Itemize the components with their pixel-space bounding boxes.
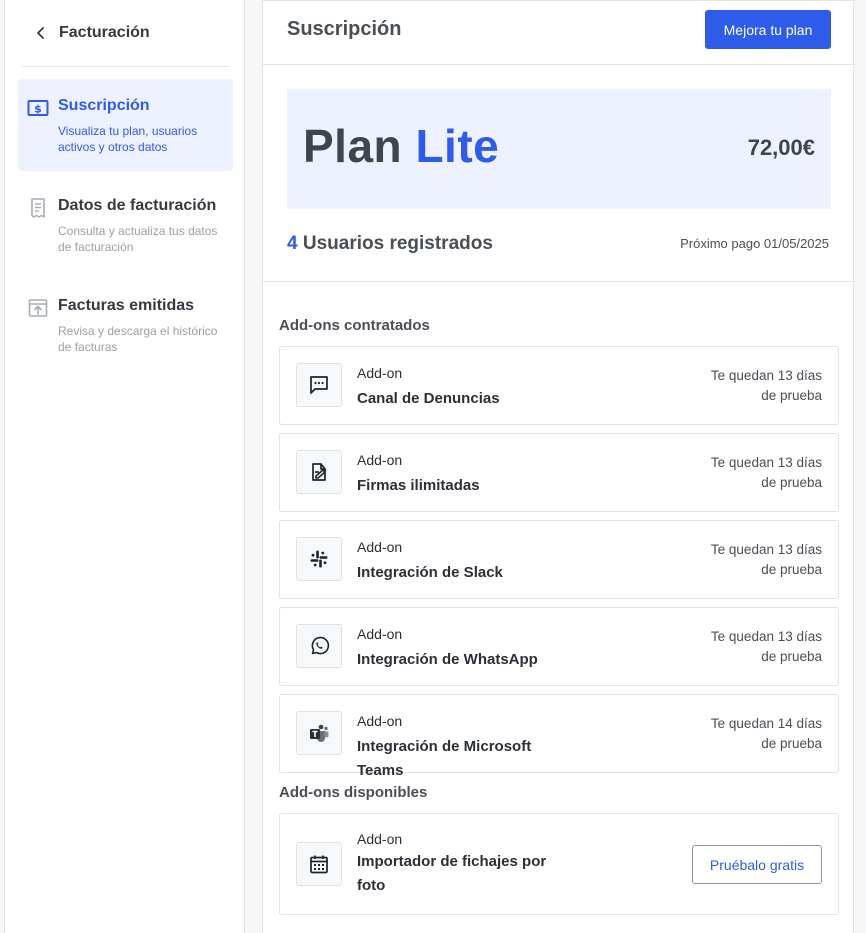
addon-icon-box xyxy=(296,450,342,494)
addon-card-importador-fichajes: Add-on Importador de fichajes por foto P… xyxy=(279,813,839,915)
upgrade-plan-button[interactable]: Mejora tu plan xyxy=(705,10,831,49)
slack-icon xyxy=(310,550,328,568)
sidebar: Facturación $ Suscripción Visualiza tu p… xyxy=(4,0,245,933)
sidebar-item-desc: Visualiza tu plan, usuarios activos y ot… xyxy=(58,124,198,154)
addon-trial-status: Te quedan 14 días de prueba xyxy=(682,714,822,754)
try-free-button[interactable]: Pruébalo gratis xyxy=(692,845,822,884)
trial-line: Te quedan 13 días xyxy=(710,368,822,383)
topbar: Suscripción Mejora tu plan xyxy=(263,0,855,65)
addon-name: Importador de fichajes por foto xyxy=(357,853,547,894)
sidebar-item-subscription[interactable]: $ Suscripción Visualiza tu plan, usuario… xyxy=(18,79,233,171)
trial-line: Te quedan 13 días xyxy=(710,629,822,644)
addon-name: Canal de Denuncias xyxy=(357,390,500,407)
divider xyxy=(263,281,855,282)
signature-icon xyxy=(312,463,326,481)
trial-line: de prueba xyxy=(761,562,822,577)
addon-kicker: Add-on xyxy=(357,831,403,847)
sidebar-item-invoices[interactable]: Facturas emitidas Revisa y descarga el h… xyxy=(18,279,233,371)
addon-icon-box xyxy=(296,363,342,407)
back-row[interactable]: Facturación xyxy=(5,0,245,66)
trial-line: de prueba xyxy=(761,736,822,751)
plan-card: Plan Lite 72,00€ xyxy=(287,89,831,209)
addon-name: Integración de Microsoft Teams xyxy=(357,738,532,779)
users-label: Usuarios registrados xyxy=(302,233,493,254)
trial-line: de prueba xyxy=(761,388,822,403)
addon-kicker: Add-on xyxy=(357,626,403,642)
registered-users: 4 Usuarios registrados xyxy=(287,233,493,255)
dollar-card-icon: $ xyxy=(27,100,49,116)
plan-tier: Lite xyxy=(415,120,500,172)
addon-icon-box xyxy=(296,711,342,755)
addon-card-whatsapp: Add-on Integración de WhatsApp Te quedan… xyxy=(279,607,839,686)
receipt-icon xyxy=(31,198,45,218)
users-count: 4 xyxy=(287,233,298,254)
trial-line: de prueba xyxy=(761,475,822,490)
addon-card-firmas: Add-on Firmas ilimitadas Te quedan 13 dí… xyxy=(279,433,839,512)
addon-kicker: Add-on xyxy=(357,365,403,381)
trial-line: Te quedan 14 días xyxy=(710,716,822,731)
plan-name: Plan Lite xyxy=(303,119,499,173)
addon-icon-box xyxy=(296,624,342,668)
addon-icon-box xyxy=(296,537,342,581)
teams-icon xyxy=(310,724,329,742)
back-title: Facturación xyxy=(59,24,150,41)
calendar-icon xyxy=(310,855,328,874)
trial-line: de prueba xyxy=(761,649,822,664)
addon-trial-status: Te quedan 13 días de prueba xyxy=(682,366,822,406)
addon-trial-status: Te quedan 13 días de prueba xyxy=(682,453,822,493)
addon-name: Integración de WhatsApp xyxy=(357,651,538,668)
sidebar-item-desc: Consulta y actualiza tus datos de factur… xyxy=(58,224,218,254)
upload-box-icon xyxy=(28,299,48,317)
addon-trial-status: Te quedan 13 días de prueba xyxy=(682,627,822,667)
chat-icon xyxy=(310,376,328,394)
svg-text:$: $ xyxy=(34,103,42,116)
next-payment: Próximo pago 01/05/2025 xyxy=(680,236,829,251)
chevron-left-icon[interactable] xyxy=(33,25,49,41)
addon-icon-box xyxy=(296,842,342,886)
addon-card-slack: Add-on Integración de Slack Te quedan 13… xyxy=(279,520,839,599)
addon-kicker: Add-on xyxy=(357,713,403,729)
page-title: Suscripción xyxy=(287,18,402,40)
addon-name: Integración de Slack xyxy=(357,564,503,581)
trial-line: Te quedan 13 días xyxy=(710,455,822,470)
plan-price: 72,00€ xyxy=(747,135,815,160)
addon-card-teams: Add-on Integración de Microsoft Teams Te… xyxy=(279,694,839,779)
sidebar-item-billing-data[interactable]: Datos de facturación Consulta y actualiz… xyxy=(18,179,233,271)
sidebar-item-desc: Revisa y descarga el histórico de factur… xyxy=(58,324,218,354)
addon-kicker: Add-on xyxy=(357,539,403,555)
sidebar-item-title: Facturas emitidas xyxy=(58,297,195,314)
sidebar-item-title: Suscripción xyxy=(58,97,150,114)
contracted-addons-title: Add-ons contratados xyxy=(279,317,430,334)
trial-line: Te quedan 13 días xyxy=(710,542,822,557)
whatsapp-icon xyxy=(311,636,330,655)
addon-card-canal-denuncias: Add-on Canal de Denuncias Te quedan 13 d… xyxy=(279,346,839,425)
main-panel: Suscripción Mejora tu plan Plan Lite 72,… xyxy=(262,0,855,933)
addon-kicker: Add-on xyxy=(357,452,403,468)
available-addons-title: Add-ons disponibles xyxy=(279,784,428,801)
sidebar-item-title: Datos de facturación xyxy=(58,197,217,214)
addon-trial-status: Te quedan 13 días de prueba xyxy=(682,540,822,580)
divider xyxy=(22,66,229,67)
addon-name: Firmas ilimitadas xyxy=(357,477,480,494)
plan-prefix: Plan xyxy=(303,120,403,172)
